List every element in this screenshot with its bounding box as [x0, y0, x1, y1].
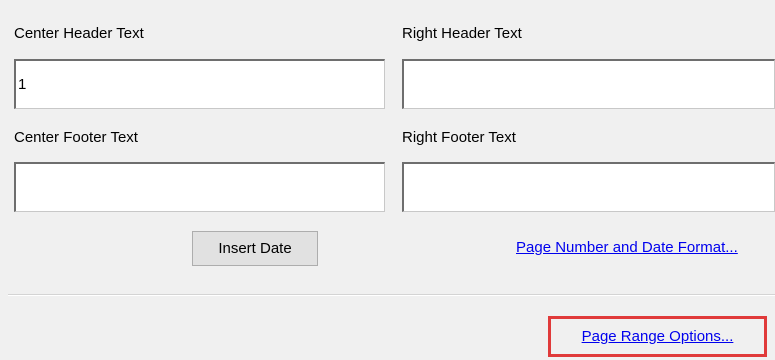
right-footer-input[interactable] — [402, 162, 775, 212]
center-footer-input[interactable] — [14, 162, 385, 212]
center-header-label: Center Header Text — [14, 25, 144, 42]
page-number-date-format-link[interactable]: Page Number and Date Format... — [516, 238, 738, 258]
page-range-options-highlight: Page Range Options... — [548, 316, 767, 357]
page-setup-dialog: { "center_header": { "label": "Center He… — [0, 0, 775, 360]
right-header-input[interactable] — [402, 59, 775, 109]
divider — [8, 294, 775, 296]
center-header-input[interactable] — [14, 59, 385, 109]
right-footer-label: Right Footer Text — [402, 129, 516, 146]
page-range-options-link[interactable]: Page Range Options... — [582, 327, 734, 347]
insert-date-button[interactable]: Insert Date — [192, 231, 318, 266]
right-header-label: Right Header Text — [402, 25, 522, 42]
center-footer-label: Center Footer Text — [14, 129, 138, 146]
